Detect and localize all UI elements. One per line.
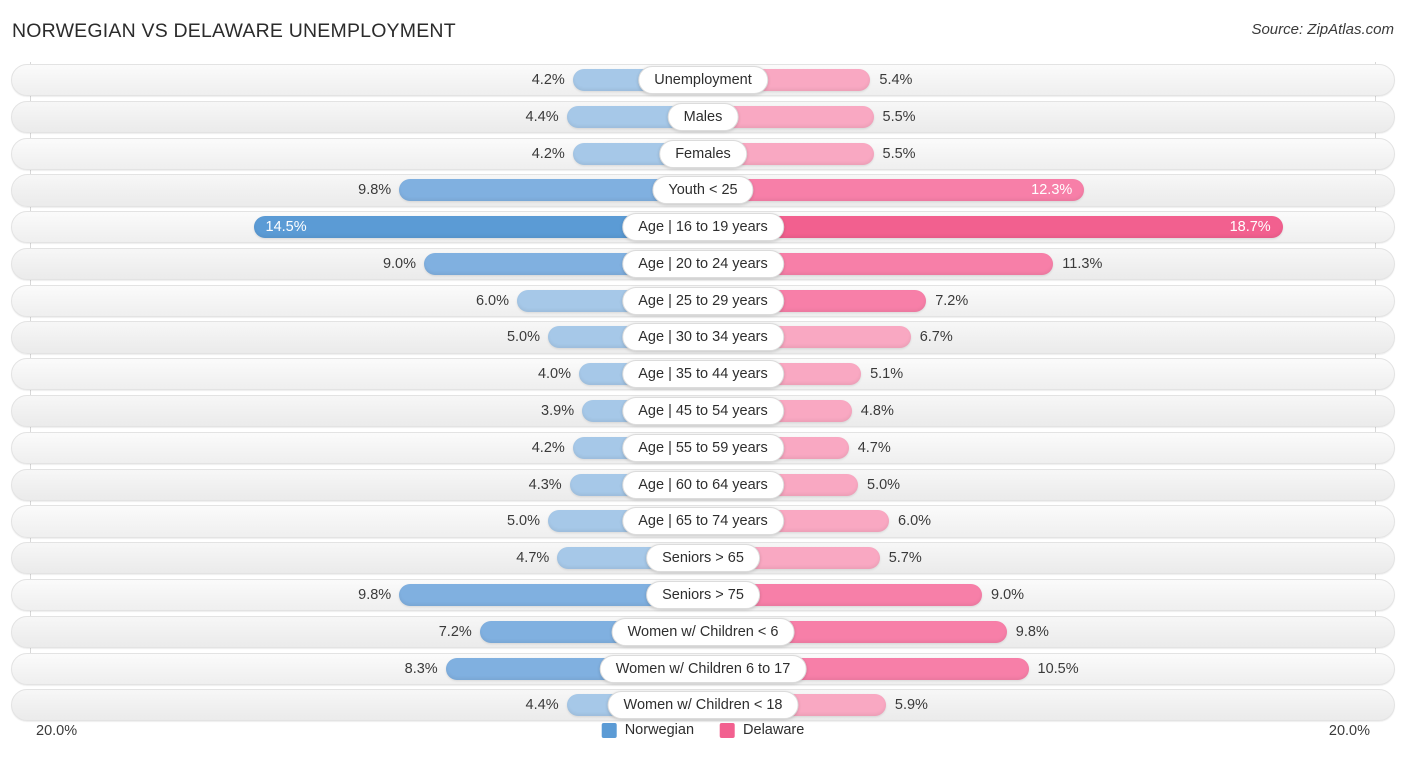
value-label-norwegian: 4.2% [531,145,565,162]
table-row[interactable]: 4.4% 5.5% Males [0,99,1406,135]
category-label[interactable]: Age | 45 to 54 years [622,397,784,426]
value-label-delaware: 11.3% [1062,255,1103,272]
table-row[interactable]: 5.0% 6.0% Age | 65 to 74 years [0,503,1406,539]
value-label-norwegian: 9.8% [358,182,392,199]
category-label[interactable]: Women w/ Children < 18 [607,691,799,720]
value-label-delaware: 6.7% [919,329,953,346]
value-label-delaware: 12.3% [1031,182,1073,199]
legend-label: Norwegian [624,722,695,738]
category-label[interactable]: Seniors > 65 [646,544,760,573]
category-label[interactable]: Age | 65 to 74 years [622,507,784,536]
bar-delaware[interactable] [703,216,1283,239]
page-title: NORWEGIAN VS DELAWARE UNEMPLOYMENT [12,20,456,42]
category-label[interactable]: Women w/ Children 6 to 17 [599,654,807,683]
legend-label: Delaware [743,722,805,738]
legend-item-norwegian[interactable]: Norwegian [601,722,695,738]
category-label[interactable]: Youth < 25 [652,176,754,205]
category-label[interactable]: Unemployment [638,66,768,94]
legend-item-delaware[interactable]: Delaware [720,722,804,738]
table-row[interactable]: 7.2% 9.8% Women w/ Children < 6 [0,614,1406,650]
table-row[interactable]: 4.3% 5.0% Age | 60 to 64 years [0,467,1406,503]
chart-footer: 20.0% 20.0% Norwegian Delaware [0,717,1406,757]
category-label[interactable]: Males [667,102,739,131]
legend-swatch-icon [601,722,617,738]
value-label-delaware: 4.8% [860,403,894,420]
value-label-norwegian: 7.2% [438,623,472,640]
value-label-norwegian: 4.4% [525,108,559,125]
value-label-delaware: 5.0% [867,476,901,493]
value-label-delaware: 10.5% [1037,660,1079,677]
category-label[interactable]: Women w/ Children < 6 [611,617,795,646]
value-label-norwegian: 5.0% [506,329,540,346]
source-attribution: Source: ZipAtlas.com [1251,21,1394,38]
table-row[interactable]: 9.8% 9.0% Seniors > 75 [0,577,1406,613]
table-row[interactable]: 5.0% 6.7% Age | 30 to 34 years [0,319,1406,355]
table-row[interactable]: 9.0% 11.3% Age | 20 to 24 years [0,246,1406,282]
table-row[interactable]: 3.9% 4.8% Age | 45 to 54 years [0,393,1406,429]
value-label-norwegian: 4.7% [516,550,550,567]
value-label-norwegian: 5.0% [506,513,540,530]
value-label-norwegian: 4.4% [525,697,559,714]
value-label-norwegian: 14.5% [265,219,307,236]
value-label-norwegian: 3.9% [541,403,575,420]
value-label-norwegian: 6.0% [475,292,509,309]
axis-max-label: 20.0% [1328,723,1370,739]
bar-rows: 4.2% 5.4% Unemployment 4.4% 5.5% Males 4.2% 5.5… [0,62,1406,724]
category-label[interactable]: Age | 16 to 19 years [622,213,784,242]
category-label[interactable]: Age | 25 to 29 years [622,286,784,315]
chart-root: NORWEGIAN VS DELAWARE UNEMPLOYMENT Sourc… [0,0,1406,757]
table-row[interactable]: 4.7% 5.7% Seniors > 65 [0,540,1406,576]
value-label-norwegian: 9.0% [382,255,416,272]
axis-min-label: 20.0% [36,723,78,739]
value-label-delaware: 18.7% [1229,219,1271,236]
value-label-delaware: 7.2% [935,292,969,309]
category-label[interactable]: Age | 60 to 64 years [622,470,784,499]
table-row[interactable]: 9.8% 12.3% Youth < 25 [0,172,1406,208]
chart-header: NORWEGIAN VS DELAWARE UNEMPLOYMENT Sourc… [0,0,1406,62]
value-label-delaware: 4.7% [857,439,891,456]
value-label-norwegian: 8.3% [404,660,438,677]
category-label[interactable]: Age | 55 to 59 years [622,433,784,462]
plot-area: 4.2% 5.4% Unemployment 4.4% 5.5% Males 4.2% 5.5… [0,62,1406,722]
table-row[interactable]: 6.0% 7.2% Age | 25 to 29 years [0,283,1406,319]
value-label-delaware: 5.5% [882,145,916,162]
category-label[interactable]: Age | 30 to 34 years [622,323,784,352]
category-label[interactable]: Age | 35 to 44 years [622,360,784,389]
value-label-norwegian: 4.2% [531,439,565,456]
value-label-norwegian: 4.2% [531,72,565,88]
value-label-norwegian: 4.3% [528,476,562,493]
value-label-delaware: 5.7% [888,550,922,567]
value-label-norwegian: 4.0% [537,366,571,383]
value-label-delaware: 6.0% [898,513,932,530]
value-label-delaware: 9.0% [991,586,1025,603]
table-row[interactable]: 4.2% 5.5% Females [0,136,1406,172]
value-label-delaware: 5.9% [894,697,928,714]
table-row[interactable]: 4.0% 5.1% Age | 35 to 44 years [0,356,1406,392]
table-row[interactable]: 8.3% 10.5% Women w/ Children 6 to 17 [0,651,1406,687]
category-label[interactable]: Females [659,139,747,168]
legend: Norwegian Delaware [601,722,804,738]
category-label[interactable]: Age | 20 to 24 years [622,249,784,278]
table-row[interactable]: 14.5% 18.7% Age | 16 to 19 years [0,209,1406,245]
legend-swatch-icon [720,722,736,738]
value-label-norwegian: 9.8% [358,586,392,603]
value-label-delaware: 5.4% [879,72,913,88]
category-label[interactable]: Seniors > 75 [646,580,760,609]
value-label-delaware: 9.8% [1015,623,1049,640]
table-row[interactable]: 4.2% 5.4% Unemployment [0,62,1406,98]
bar-fill [703,216,1283,239]
value-label-delaware: 5.5% [882,108,916,125]
table-row[interactable]: 4.2% 4.7% Age | 55 to 59 years [0,430,1406,466]
value-label-delaware: 5.1% [870,366,904,383]
